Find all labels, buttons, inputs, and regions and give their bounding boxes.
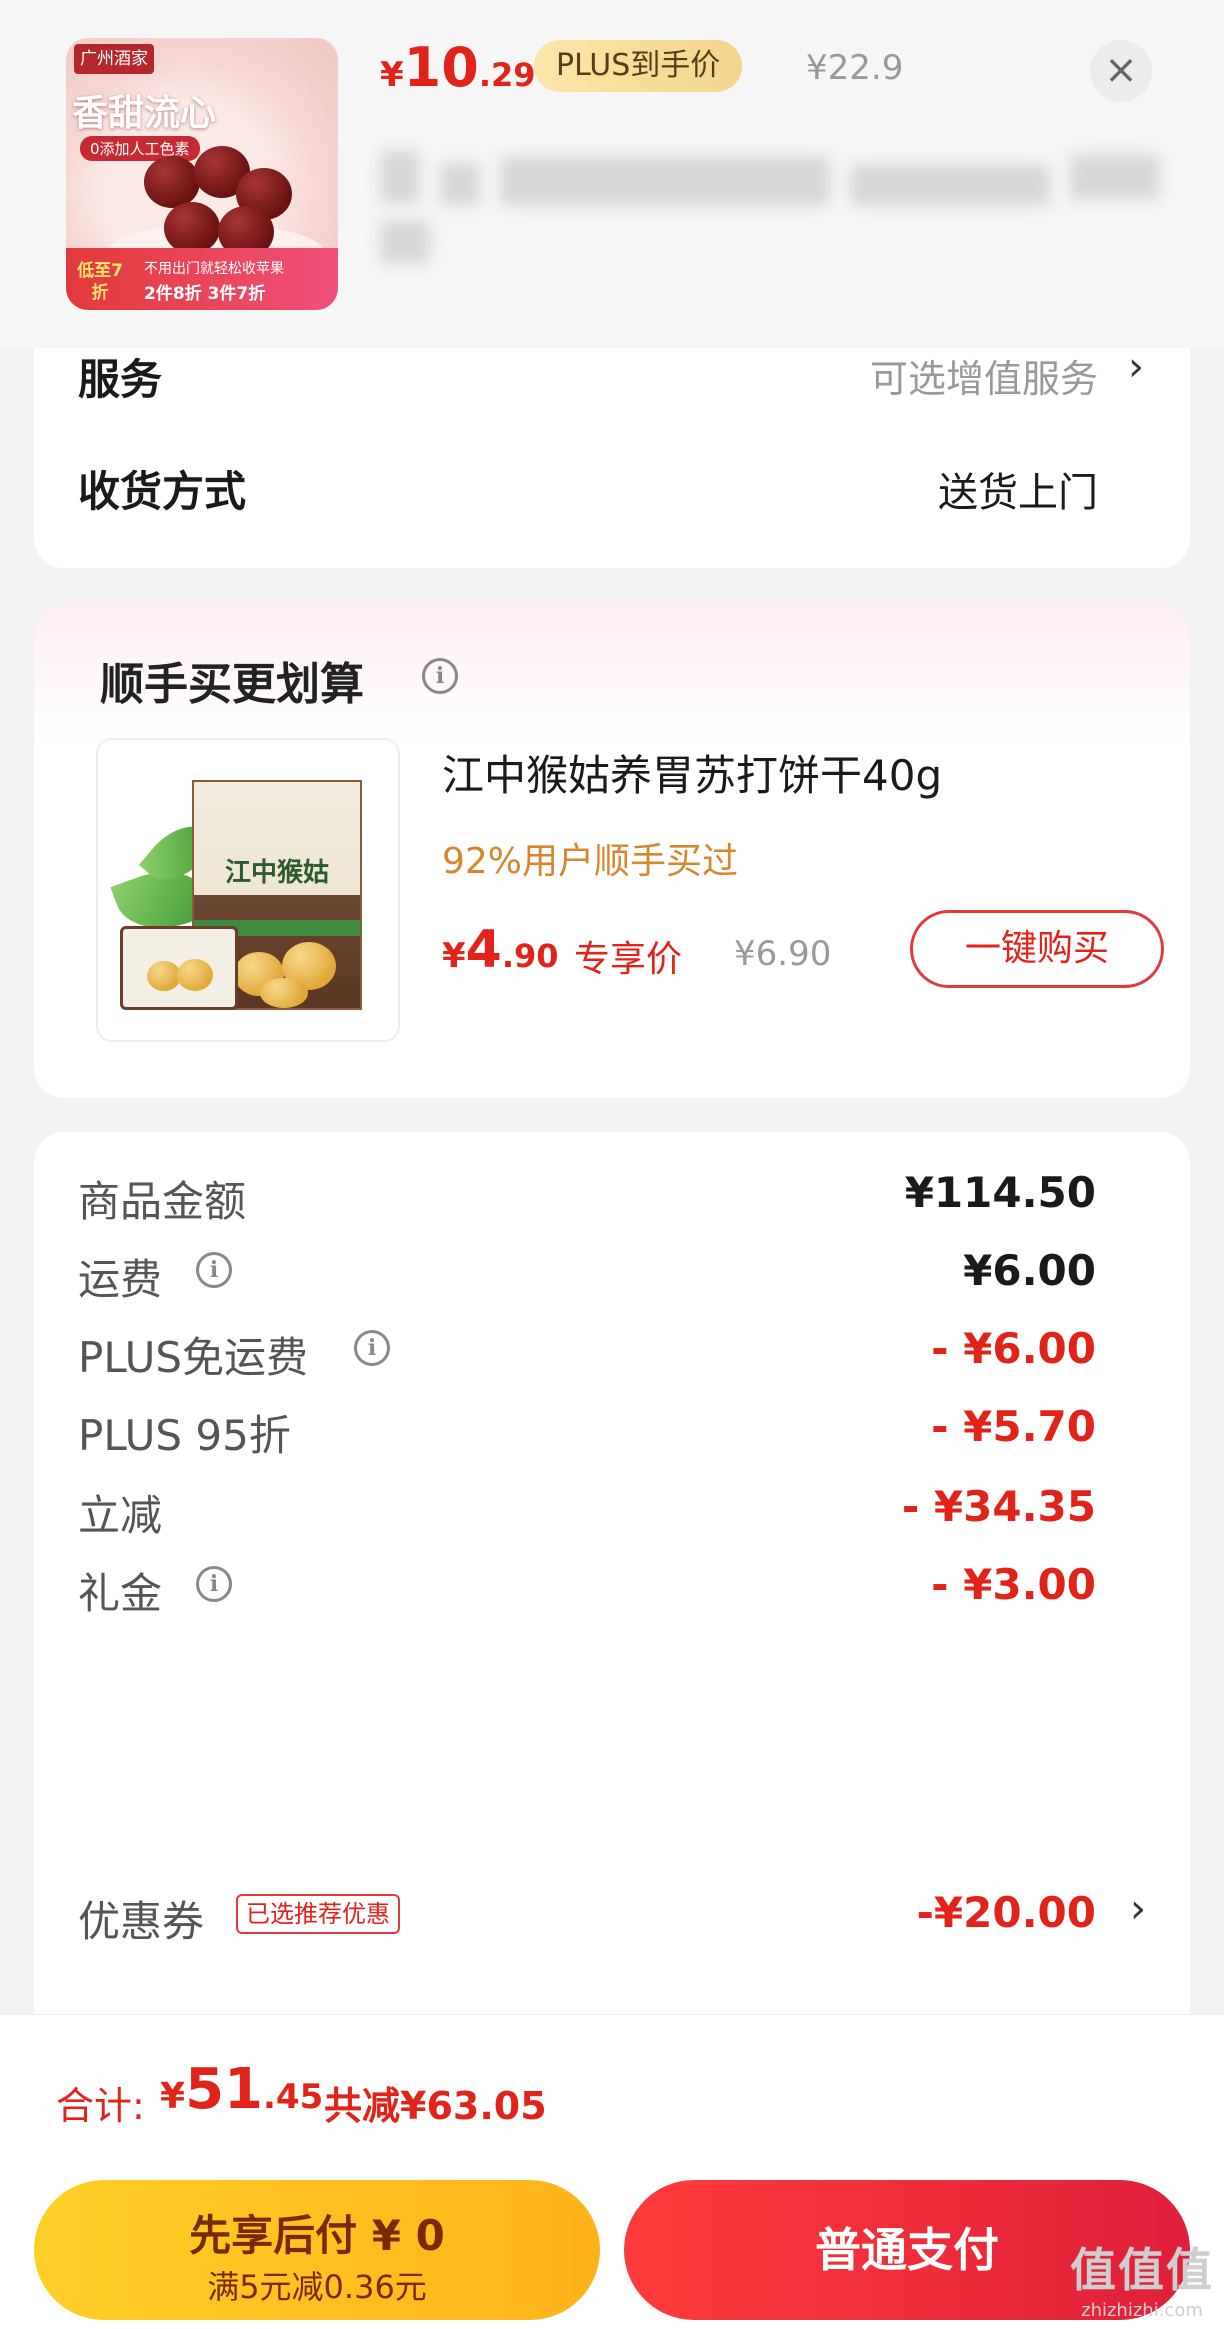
chevron-right-icon[interactable]: ›: [1130, 1886, 1146, 1932]
addon-price-currency: ¥: [442, 936, 466, 976]
summary-value-plus-free-shipping: - ¥6.00: [931, 1324, 1096, 1373]
promo-line1: 不用出门就轻松收苹果: [144, 261, 284, 277]
delivery-value[interactable]: 送货上门: [938, 460, 1098, 518]
addon-product-name[interactable]: 江中猴姑养胃苏打饼干40g: [442, 742, 942, 803]
original-price: ¥22.9: [806, 48, 904, 88]
price-currency: ¥: [380, 55, 404, 95]
addon-card: 顺手买更划算 i 江中猴姑 江中猴姑养胃苏打饼干40g 92%用户顺手买过 ¥4…: [34, 604, 1190, 1098]
summary-label-coupon[interactable]: 优惠券: [78, 1888, 204, 1949]
addon-price-decimal: .90: [501, 937, 559, 975]
promo-line2: 2件8折 3件7折: [144, 284, 266, 304]
exclusive-price-label: 专享价: [574, 939, 683, 980]
summary-value-plus-discount: - ¥5.70: [931, 1402, 1096, 1451]
total-saved: 共减¥63.05: [324, 2084, 547, 2128]
chevron-right-icon[interactable]: ›: [1128, 344, 1144, 390]
product-thumbnail[interactable]: 广州酒家 香甜流心 0添加人工色素 低至7折 不用出门就轻松收苹果 2件8折 3…: [66, 38, 338, 310]
summary-label-goods: 商品金额: [78, 1177, 247, 1226]
total-bar: 合计: ¥51.45 共减¥63.05: [0, 2014, 1224, 2164]
coupon-recommended-tag: 已选推荐优惠: [236, 1894, 400, 1934]
total-decimal: .45: [263, 2077, 324, 2117]
order-summary-card: 商品金额 ¥114.50 运费 i ¥6.00 PLUS免运费 i - ¥6.0…: [34, 1132, 1190, 2032]
summary-label-shipping: 运费: [78, 1255, 163, 1304]
info-icon[interactable]: i: [422, 658, 458, 694]
current-price: ¥10.29: [380, 36, 536, 99]
plus-price-badge: PLUS到手价: [534, 40, 743, 92]
payment-bar: 先享后付 ¥ 0 满5元减0.36元 普通支付 值值值 zhizhizhi.co…: [0, 2164, 1224, 2329]
pay-later-title: 先享后付 ¥ 0: [189, 2211, 445, 2260]
addon-social-proof: 92%用户顺手买过: [442, 841, 739, 882]
summary-label-plus-free-shipping: PLUS免运费: [78, 1333, 309, 1382]
pay-later-subtitle: 满5元减0.36元: [207, 2268, 427, 2306]
summary-value-goods: ¥114.50: [904, 1168, 1096, 1217]
summary-value-shipping: ¥6.00: [963, 1246, 1096, 1295]
watermark-logo-text: 值值值: [1070, 2243, 1214, 2297]
product-header: 广州酒家 香甜流心 0添加人工色素 低至7折 不用出门就轻松收苹果 2件8折 3…: [0, 0, 1224, 348]
watermark-url: zhizhizhi.com: [1081, 2300, 1203, 2321]
info-icon[interactable]: i: [354, 1330, 390, 1366]
price-decimal: .29: [478, 56, 536, 94]
summary-value-instant-reduction: - ¥34.35: [901, 1482, 1096, 1531]
promo-bar: 低至7折 不用出门就轻松收苹果 2件8折 3件7折: [66, 248, 338, 310]
summary-label-gift-money: 礼金: [78, 1569, 163, 1618]
delivery-label: 收货方式: [78, 467, 247, 516]
one-click-buy-button[interactable]: 一键购买: [910, 910, 1164, 988]
total-label: 合计:: [56, 2084, 145, 2128]
thumb-headline: 香甜流心: [72, 93, 217, 134]
total-currency: ¥: [160, 2076, 186, 2117]
promo-discount: 低至7折: [77, 261, 123, 303]
close-icon: ×: [1104, 47, 1138, 93]
addon-price-integer: 4: [465, 920, 502, 980]
addon-price: ¥4.90: [442, 920, 559, 980]
watermark-logo: 值值值 zhizhizhi.com: [1070, 2234, 1214, 2321]
total-integer: 51: [185, 2057, 263, 2122]
summary-label-plus-discount: PLUS 95折: [78, 1411, 291, 1460]
addon-product-image[interactable]: 江中猴姑: [96, 738, 400, 1042]
box-title: 江中猴姑: [224, 858, 329, 888]
addon-original-price: ¥6.90: [734, 934, 832, 974]
brand-tag: 广州酒家: [74, 44, 154, 74]
dates-illustration: [144, 146, 294, 258]
summary-label-instant-reduction: 立减: [78, 1491, 163, 1540]
info-icon[interactable]: i: [196, 1252, 232, 1288]
close-button[interactable]: ×: [1090, 40, 1152, 102]
service-value[interactable]: 可选增值服务: [870, 348, 1098, 403]
price-integer: 10: [403, 36, 479, 99]
addon-title: 顺手买更划算: [100, 659, 364, 710]
pay-later-button[interactable]: 先享后付 ¥ 0 满5元减0.36元: [34, 2180, 600, 2320]
biscuit-pack: [120, 926, 238, 1010]
info-icon[interactable]: i: [196, 1566, 232, 1602]
summary-value-coupon[interactable]: -¥20.00: [916, 1888, 1096, 1937]
total-amount: ¥51.45: [160, 2057, 323, 2122]
summary-value-gift-money: - ¥3.00: [931, 1560, 1096, 1609]
service-label: 服务: [78, 355, 163, 404]
address-blurred: [380, 134, 1170, 264]
